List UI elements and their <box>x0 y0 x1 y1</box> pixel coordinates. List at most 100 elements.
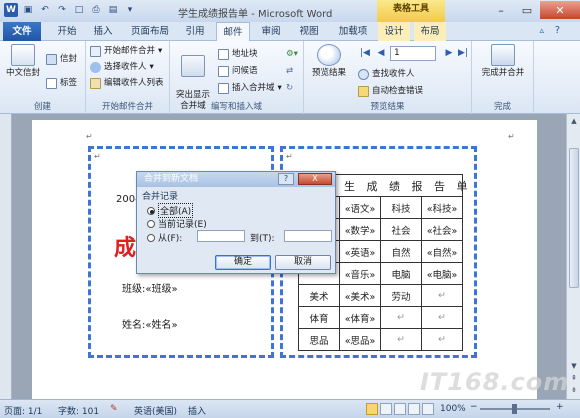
table-cell[interactable]: «英语» <box>339 240 381 263</box>
page-indicator[interactable]: 页面: 1/1 <box>4 404 42 417</box>
match-fields-icon[interactable]: ⇄ <box>286 64 293 78</box>
insert-merge-field-button[interactable]: 插入合并域 ▾ <box>218 81 282 95</box>
zoom-in-icon[interactable]: + <box>556 402 564 412</box>
address-block-button[interactable]: 地址块 <box>218 47 258 61</box>
new-doc-icon[interactable]: □ <box>72 3 86 17</box>
scroll-up-icon[interactable]: ▲ <box>568 115 580 127</box>
web-layout-icon[interactable] <box>394 403 406 415</box>
chinese-envelope-button[interactable]: 中文信封 <box>4 44 42 79</box>
table-cell[interactable]: 劳动 <box>380 284 422 307</box>
table-cell[interactable]: «体育» <box>339 306 381 329</box>
zoom-out-icon[interactable]: − <box>470 402 478 412</box>
minimize-ribbon-icon[interactable]: ▵ <box>539 26 544 36</box>
tab-design[interactable]: 设计 <box>378 22 410 41</box>
table-cell[interactable]: 社会 <box>380 218 422 241</box>
table-cell[interactable]: ↵ <box>380 306 422 329</box>
merge-to-new-document-dialog: 合并到新文档 ? X 合并记录 全部(A) 当前记录(E) 从(F): 到(T)… <box>136 171 336 274</box>
tab-page-layout[interactable]: 页面布局 <box>124 22 176 41</box>
radio-from[interactable]: 从(F): <box>147 231 182 244</box>
help-icon[interactable]: ? <box>555 25 560 36</box>
table-cell[interactable]: «数学» <box>339 218 381 241</box>
tab-home[interactable]: 开始 <box>52 22 82 41</box>
tab-view[interactable]: 视图 <box>294 22 324 41</box>
tab-insert[interactable]: 插入 <box>88 22 118 41</box>
minimize-icon[interactable]: – <box>488 1 514 19</box>
tab-references[interactable]: 引用 <box>180 22 210 41</box>
next-page-icon[interactable]: ⇟ <box>568 384 580 396</box>
close-icon[interactable]: ✕ <box>540 1 580 19</box>
table-cell[interactable]: «美术» <box>339 284 381 307</box>
tab-mailings[interactable]: 邮件 <box>216 22 250 42</box>
edit-recipients-button[interactable]: 编辑收件人列表 <box>90 76 164 90</box>
table-cell[interactable]: «自然» <box>421 240 463 263</box>
table-cell[interactable]: «音乐» <box>339 262 381 285</box>
to-record-input[interactable] <box>284 230 332 242</box>
watermark-logo: IT168.com <box>420 368 570 396</box>
redo-icon[interactable]: ↷ <box>55 3 69 17</box>
zoom-level[interactable]: 100% <box>440 404 466 414</box>
radio-current-record[interactable]: 当前记录(E) <box>147 217 207 230</box>
print-layout-view-icon[interactable] <box>366 403 378 415</box>
tab-layout[interactable]: 布局 <box>414 22 446 41</box>
table-cell[interactable]: 电脑 <box>380 262 422 285</box>
table-cell[interactable]: 科技 <box>380 196 422 219</box>
word-icon[interactable]: W <box>4 3 18 17</box>
zoom-slider-knob[interactable] <box>512 404 517 414</box>
tab-review[interactable]: 审阅 <box>256 22 286 41</box>
table-cell[interactable]: 思品 <box>298 328 340 351</box>
word-count[interactable]: 字数: 101 <box>58 404 99 417</box>
greeting-line-button[interactable]: 问候语 <box>218 64 258 78</box>
table-cell[interactable]: 体育 <box>298 306 340 329</box>
open-icon[interactable]: ▤ <box>106 3 120 17</box>
envelope-button[interactable]: 信封 <box>46 52 77 66</box>
draft-view-icon[interactable] <box>422 403 434 415</box>
preview-results-button[interactable]: 预览结果 <box>308 44 350 79</box>
proofing-icon[interactable]: ✎ <box>110 404 118 414</box>
scroll-down-icon[interactable]: ▼ <box>568 360 580 372</box>
table-cell[interactable]: ↵ <box>421 284 463 307</box>
select-recipients-button[interactable]: 选择收件人 ▾ <box>90 60 154 74</box>
record-number-input[interactable]: 1 <box>390 46 436 61</box>
radio-all[interactable]: 全部(A) <box>147 203 194 218</box>
previous-record-icon[interactable]: ◀ <box>374 46 388 60</box>
customize-icon[interactable]: ▾ <box>123 3 137 17</box>
finish-merge-button[interactable]: 完成并合并 <box>476 44 530 79</box>
tab-file[interactable]: 文件 <box>3 22 41 41</box>
table-cell[interactable]: ↵ <box>421 328 463 351</box>
last-record-icon[interactable]: ▶| <box>456 46 470 60</box>
table-cell[interactable]: 自然 <box>380 240 422 263</box>
table-cell[interactable]: «科技» <box>421 196 463 219</box>
save-icon[interactable]: ▣ <box>21 3 35 17</box>
table-cell[interactable]: «思品» <box>339 328 381 351</box>
rules-icon[interactable]: ⚙▾ <box>286 47 298 61</box>
table-cell[interactable]: ↵ <box>421 306 463 329</box>
table-cell[interactable]: «电脑» <box>421 262 463 285</box>
dialog-help-button[interactable]: ? <box>278 173 294 185</box>
from-record-input[interactable] <box>197 230 245 242</box>
previous-page-icon[interactable]: ⇞ <box>568 372 580 384</box>
table-cell[interactable]: «语文» <box>339 196 381 219</box>
scroll-thumb[interactable] <box>569 148 579 288</box>
print-preview-icon[interactable]: ⎙ <box>89 3 103 17</box>
vertical-scrollbar[interactable]: ▲ ▼ ⇞ ⇟ <box>566 114 580 399</box>
next-record-icon[interactable]: ▶ <box>442 46 456 60</box>
language-indicator[interactable]: 英语(美国) <box>134 404 177 417</box>
outline-view-icon[interactable] <box>408 403 420 415</box>
insert-mode-indicator[interactable]: 插入 <box>188 404 206 417</box>
first-record-icon[interactable]: |◀ <box>358 46 372 60</box>
table-cell[interactable]: 美术 <box>298 284 340 307</box>
start-merge-button[interactable]: 开始邮件合并 ▾ <box>90 44 162 58</box>
find-recipient-button[interactable]: 查找收件人 <box>358 67 415 81</box>
labels-button[interactable]: 标签 <box>46 76 77 90</box>
dialog-close-button[interactable]: X <box>298 173 332 185</box>
table-cell[interactable]: «社会» <box>421 218 463 241</box>
update-labels-icon[interactable]: ↻ <box>286 81 293 95</box>
auto-check-errors-button[interactable]: 自动检查错误 <box>358 84 423 98</box>
maximize-icon[interactable]: ▭ <box>514 1 540 19</box>
tab-addins[interactable]: 加载项 <box>334 22 372 41</box>
full-screen-reading-icon[interactable] <box>380 403 392 415</box>
table-cell[interactable]: ↵ <box>380 328 422 351</box>
ok-button[interactable]: 确定 <box>215 255 271 270</box>
cancel-button[interactable]: 取消 <box>275 255 331 270</box>
undo-icon[interactable]: ↶ <box>38 3 52 17</box>
